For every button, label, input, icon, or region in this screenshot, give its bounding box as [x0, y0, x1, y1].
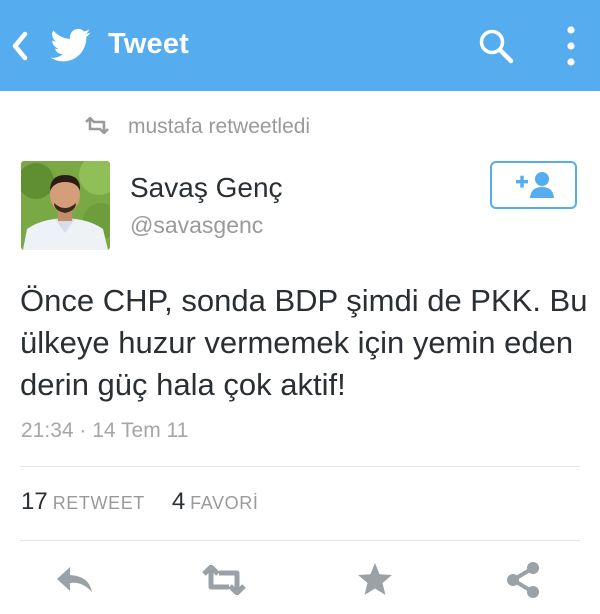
tweet-stats: 17 RETWEET 4 FAVORİ — [21, 488, 258, 516]
tweet-text: Önce CHP, sonda BDP şimdi de PKK. Bu ülk… — [20, 283, 588, 402]
retweets-count: 17 — [21, 488, 48, 515]
app-bar: Tweet — [0, 0, 600, 91]
author-name[interactable]: Savaş Genç — [130, 172, 283, 204]
retweet-context-label: mustafa retweetledi — [128, 115, 311, 138]
more-vertical-icon[interactable] — [563, 24, 579, 68]
favorites-count: 4 — [171, 488, 186, 515]
retweet-icon[interactable] — [201, 565, 247, 595]
twitter-bird-icon — [50, 28, 91, 62]
reply-icon[interactable] — [56, 565, 94, 595]
favorite-star-icon[interactable] — [357, 562, 393, 596]
retweets-stat[interactable]: 17 RETWEET — [21, 488, 149, 515]
avatar[interactable] — [21, 161, 110, 250]
follow-user-icon — [516, 172, 554, 198]
divider — [20, 466, 580, 467]
favorites-label: FAVORİ — [190, 493, 259, 513]
author-handle[interactable]: @savasgenc — [130, 212, 263, 239]
search-icon[interactable] — [476, 26, 516, 66]
page-title: Tweet — [108, 28, 190, 60]
tweet-timestamp: 21:34 · 14 Tem 11 — [21, 419, 189, 442]
follow-button[interactable] — [490, 161, 577, 209]
divider — [20, 540, 580, 541]
share-icon[interactable] — [505, 561, 541, 599]
favorites-stat[interactable]: 4 FAVORİ — [172, 488, 259, 515]
back-arrow-icon[interactable] — [9, 30, 31, 62]
retweet-icon — [85, 117, 109, 134]
retweets-label: RETWEET — [52, 493, 145, 513]
